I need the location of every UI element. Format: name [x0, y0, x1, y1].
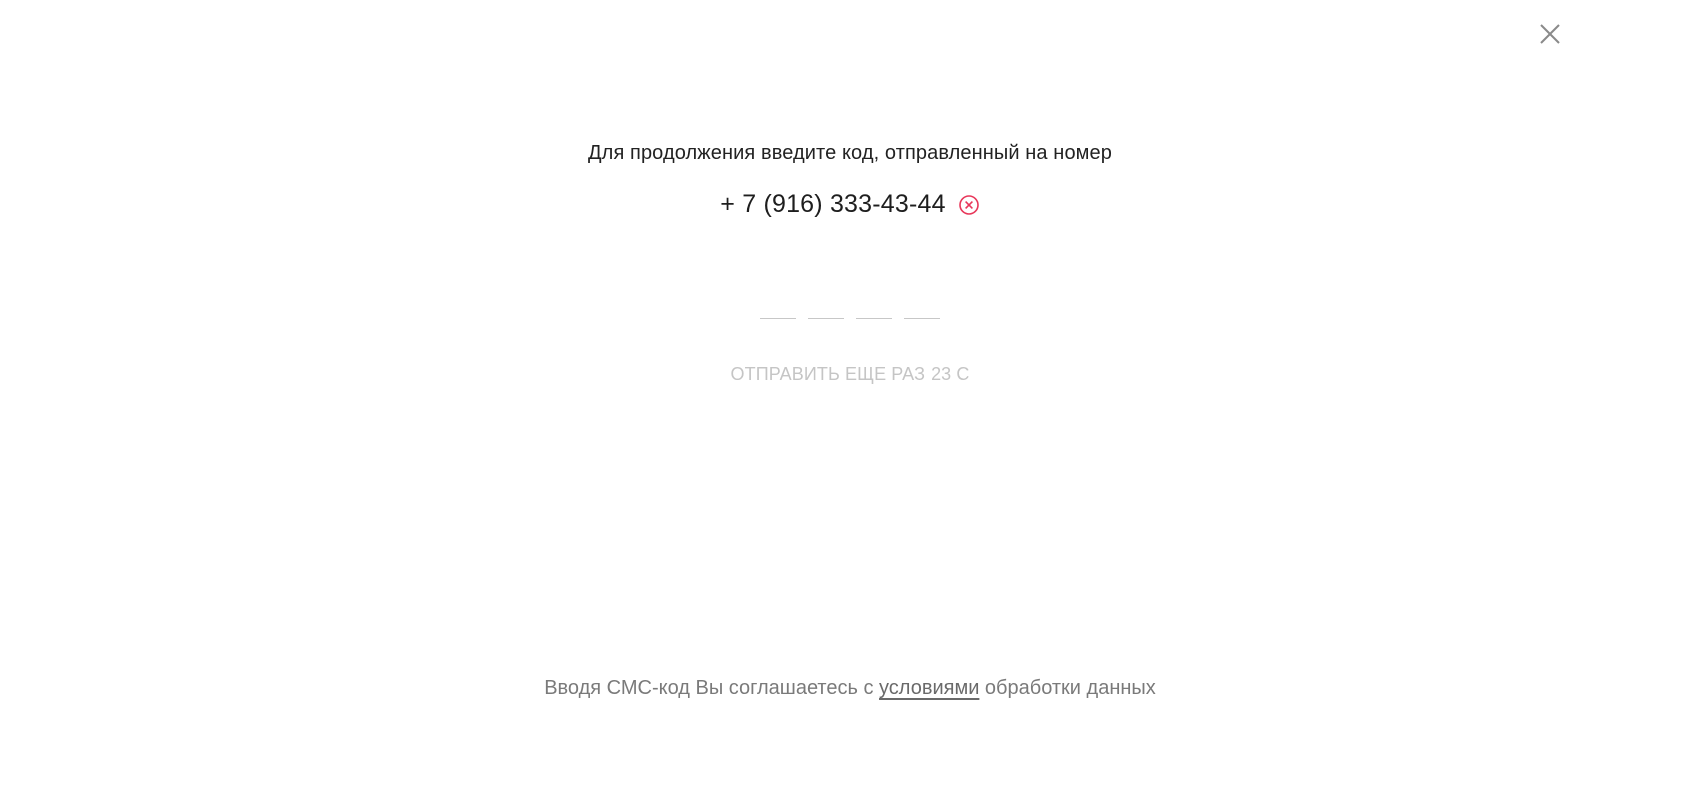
terms-notice: Вводя СМС-код Вы соглашаетесь с условиям…	[0, 677, 1690, 700]
resend-timer: 23 С	[931, 364, 970, 384]
code-digit-2[interactable]	[808, 296, 844, 319]
resend-label: ОТПРАВИТЬ ЕЩЕ РАЗ	[730, 364, 926, 384]
close-icon[interactable]	[1538, 22, 1562, 46]
phone-row: + 7 (916) 333-43-44	[0, 190, 1690, 219]
sms-verification-dialog: Для продолжения введите код, отправленны…	[0, 0, 1690, 798]
resend-code-button[interactable]: ОТПРАВИТЬ ЕЩЕ РАЗ 23 С	[0, 364, 1690, 385]
phone-number: + 7 (916) 333-43-44	[720, 190, 946, 218]
terms-text-after: обработки данных	[979, 677, 1156, 699]
code-digit-1[interactable]	[760, 296, 796, 319]
code-digit-4[interactable]	[904, 296, 940, 319]
code-digit-3[interactable]	[856, 296, 892, 319]
clear-circle-icon[interactable]	[958, 194, 980, 216]
terms-link[interactable]: условиями	[879, 677, 979, 699]
terms-text-before: Вводя СМС-код Вы соглашаетесь с	[544, 677, 880, 699]
sms-code-input	[0, 296, 1690, 319]
instruction-text: Для продолжения введите код, отправленны…	[588, 142, 1112, 164]
